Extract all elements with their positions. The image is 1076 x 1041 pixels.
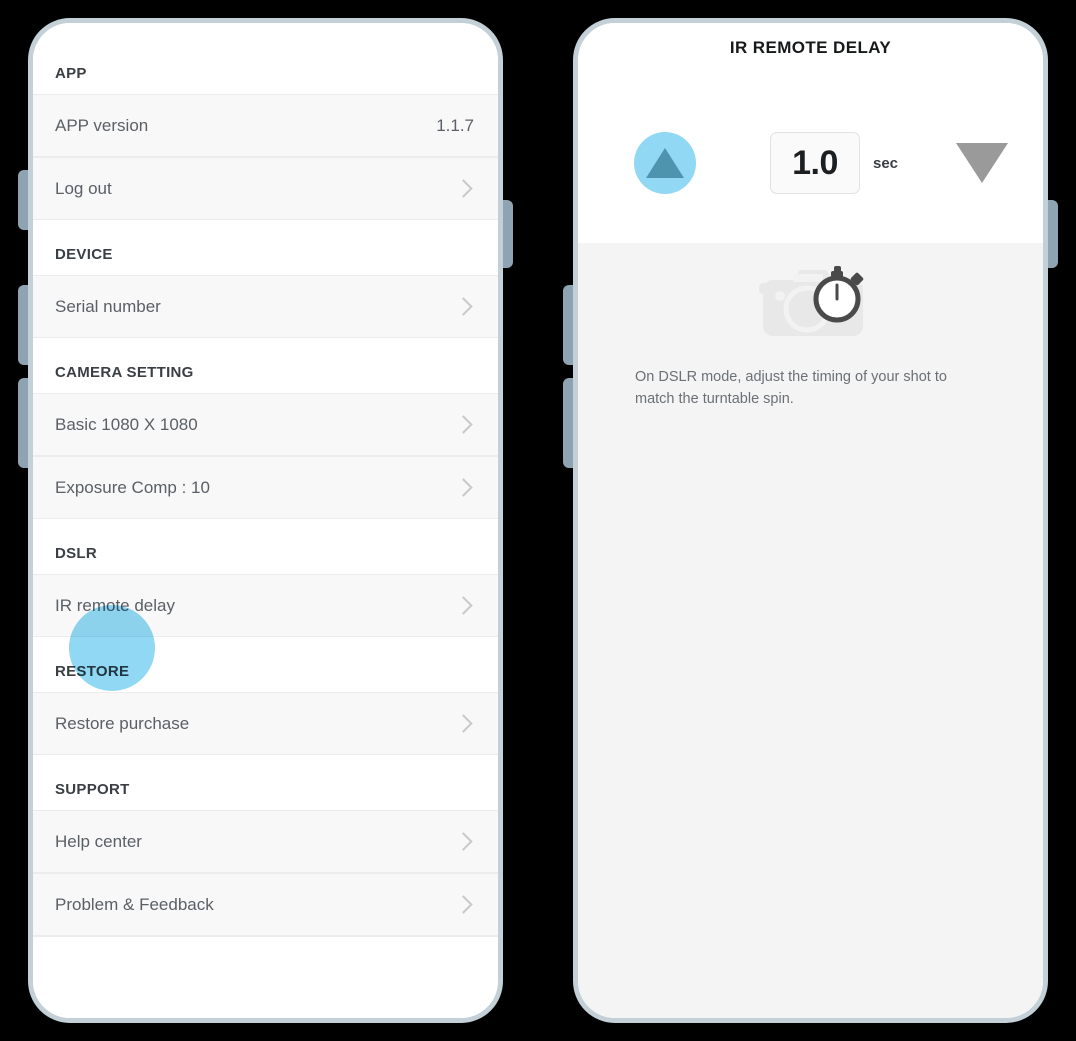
chevron-right-icon [454,714,473,733]
description-text: On DSLR mode, adjust the timing of your … [635,369,947,407]
section-header-support: SUPPORT [33,755,498,810]
row-label-basic-resolution: Basic 1080 X 1080 [55,414,198,434]
decrease-delay-button[interactable] [954,135,1010,191]
camera-stopwatch-icon [751,259,871,345]
chevron-right-icon [454,179,473,198]
phone-left: APP APP version 1.1.7 Log out DEVICE Ser… [28,18,503,1023]
section-header-app: APP [33,23,498,94]
row-label-exposure-comp: Exposure Comp : 10 [55,477,210,497]
section-header-camera-setting: CAMERA SETTING [33,338,498,393]
row-label-restore-purchase: Restore purchase [55,713,190,733]
row-label-app-version: APP version [55,115,149,135]
triangle-down-icon [956,143,1009,183]
table-row[interactable]: Log out [33,157,498,220]
delay-value: 1.0 [792,143,838,182]
chevron-right-icon [454,478,473,497]
settings-list: APP APP version 1.1.7 Log out DEVICE Ser… [33,23,498,1018]
settings-screen: APP APP version 1.1.7 Log out DEVICE Ser… [33,23,498,1018]
triangle-up-icon [646,148,684,178]
row-label-log-out: Log out [55,178,112,198]
table-row[interactable]: Help center [33,810,498,873]
table-row[interactable]: Exposure Comp : 10 [33,456,498,519]
page-title: IR REMOTE DELAY [729,38,892,57]
increase-delay-button[interactable] [634,132,696,194]
section-header-device: DEVICE [33,220,498,275]
ir-remote-delay-screen: IR REMOTE DELAY 1.0 sec On DSLR mode, ad… [578,23,1043,1018]
table-row[interactable]: Serial number [33,275,498,338]
delay-stepper: 1.0 sec [578,127,1043,199]
table-row[interactable]: APP version 1.1.7 [33,94,498,157]
table-row[interactable]: Problem & Feedback [33,873,498,936]
detail-panel: IR REMOTE DELAY 1.0 sec On DSLR mode, ad… [578,23,1043,1018]
chevron-right-icon [454,596,473,615]
row-label-serial-number: Serial number [55,296,161,316]
table-row[interactable]: IR remote delay [33,574,498,637]
list-bottom-filler [33,936,498,1018]
row-label-ir-remote-delay: IR remote delay [55,595,175,615]
section-header-restore: RESTORE [33,637,498,692]
chevron-right-icon [454,832,473,851]
delay-value-field[interactable]: 1.0 [770,132,860,194]
chevron-right-icon [454,895,473,914]
row-label-problem-feedback: Problem & Feedback [55,894,214,914]
detail-header-area: IR REMOTE DELAY 1.0 sec [578,23,1043,243]
chevron-right-icon [454,415,473,434]
table-row[interactable]: Restore purchase [33,692,498,755]
delay-unit-label: sec [873,154,899,172]
row-value-app-version: 1.1.7 [436,115,474,135]
section-header-dslr: DSLR [33,519,498,574]
phone-right: IR REMOTE DELAY 1.0 sec On DSLR mode, ad… [573,18,1048,1023]
row-label-help-center: Help center [55,831,142,851]
table-row[interactable]: Basic 1080 X 1080 [33,393,498,456]
detail-body: On DSLR mode, adjust the timing of your … [578,243,1043,1018]
chevron-right-icon [454,297,473,316]
